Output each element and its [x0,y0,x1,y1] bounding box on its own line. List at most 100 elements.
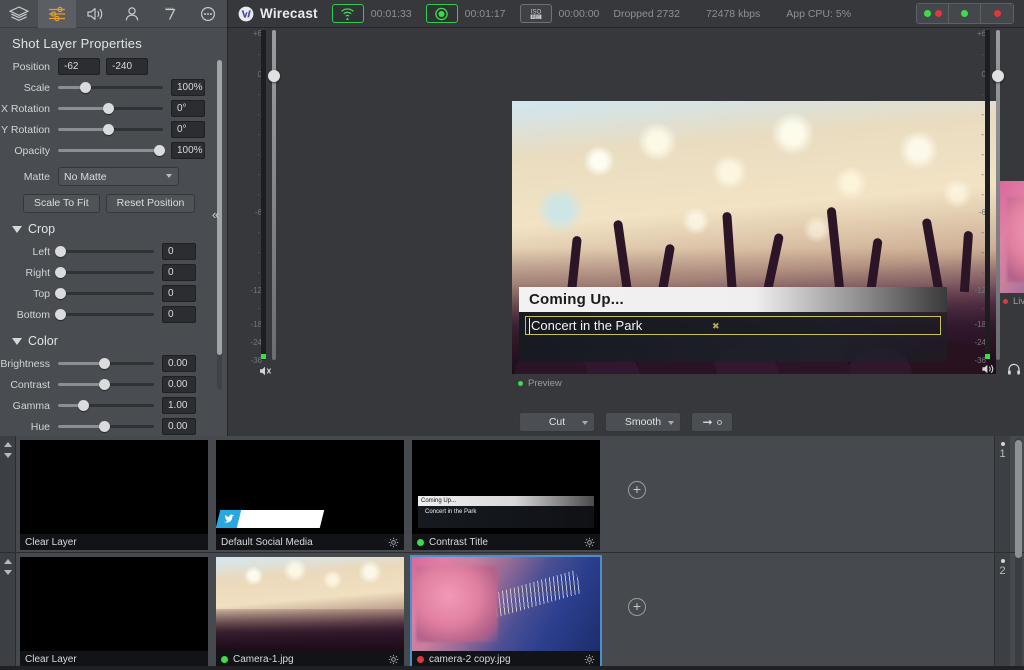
title-text-input[interactable]: Concert in the Park ✖ [525,316,941,335]
sliders-icon[interactable] [38,0,76,28]
layer-number: 1 [995,448,1010,460]
audio-fader[interactable] [996,30,1000,360]
brightness-value[interactable]: 0.00 [162,355,196,372]
scale-to-fit-button[interactable]: Scale To Fit [23,194,100,213]
matte-select[interactable]: No Matte [58,167,179,186]
preview-live-toggle[interactable] [917,4,949,23]
gear-icon[interactable] [388,654,399,665]
scroll-up-icon[interactable] [4,559,12,564]
gamma-slider[interactable] [58,397,154,414]
hue-value[interactable]: 0.00 [162,418,196,435]
add-shot-button-layer-1[interactable]: + [628,481,646,499]
crop-left-value[interactable]: 0 [162,243,196,260]
live-only-toggle[interactable] [981,4,1013,23]
layer-1-scroll-arrows[interactable] [0,436,16,552]
y-rotation-value[interactable]: 0° [171,121,205,138]
position-row: Position -62 -240 [0,56,211,77]
title-overlay[interactable]: Coming Up... Concert in the Park ✖ [519,287,947,362]
crop-section-header[interactable]: Crop [0,213,211,241]
shot-tile-camera-2-copy[interactable]: camera-2 copy.jpg [412,557,600,667]
crop-right-slider[interactable] [58,264,154,281]
broadcast-timer: 00:01:33 [371,8,412,20]
crop-left-slider[interactable] [58,243,154,260]
x-rotation-slider[interactable] [58,100,163,117]
crop-left-label: Left [0,246,58,258]
gamma-label: Gamma [0,400,58,412]
person-icon[interactable] [113,0,151,28]
add-shot-button-layer-2[interactable]: + [628,598,646,616]
crop-top-slider[interactable] [58,285,154,302]
hue-slider[interactable] [58,418,154,435]
x-rotation-value[interactable]: 0° [171,100,205,117]
iso-rec-icon[interactable]: ISOREC [520,4,552,23]
crop-bottom-slider[interactable] [58,306,154,323]
headphone-icon[interactable] [1007,362,1021,376]
go-transition-button[interactable]: ➞ [691,412,733,432]
position-x-field[interactable]: -62 [58,58,100,75]
matte-row: Matte No Matte [0,166,211,187]
contrast-slider[interactable] [58,376,154,393]
shot-caption: Clear Layer [20,534,208,550]
x-rotation-label: X Rotation [0,103,58,115]
brightness-slider[interactable] [58,355,154,372]
crop-bottom-value[interactable]: 0 [162,306,196,323]
shot-list-scrollbar[interactable] [1015,438,1022,668]
gear-icon[interactable] [584,654,595,665]
layer-1-number-col[interactable]: 1 [994,436,1010,552]
shot-tile-camera-1[interactable]: Camera-1.jpg [216,557,404,667]
transition-b-select[interactable]: Smooth [605,412,681,432]
scroll-down-icon[interactable] [4,453,12,458]
mini-title-body: Concert in the Park [418,506,594,528]
crop-top-value[interactable]: 0 [162,285,196,302]
shot-status-dot [221,656,228,663]
title-text-value: Concert in the Park [531,318,642,333]
color-section-header[interactable]: Color [0,325,211,353]
scroll-up-icon[interactable] [4,442,12,447]
speaker-icon[interactable] [981,362,995,376]
inspector-scrollbar[interactable] [217,60,222,390]
y-rotation-row: Y Rotation 0° [0,119,211,140]
opacity-value[interactable]: 100% [171,142,205,159]
opacity-slider[interactable] [58,142,163,159]
layer-2-scroll-arrows[interactable] [0,553,16,670]
more-icon[interactable] [189,0,227,28]
shot-name: Clear Layer [25,537,77,548]
scale-label: Scale [0,82,58,94]
position-y-field[interactable]: -240 [106,58,148,75]
collapse-panel-chevron-icon[interactable]: « [212,208,219,221]
shot-layer-inspector-panel: Shot Layer Properties Position -62 -240 … [0,0,228,436]
contrast-value[interactable]: 0.00 [162,376,196,393]
crop-right-value[interactable]: 0 [162,264,196,281]
audio-icon[interactable] [76,0,114,28]
crop-bottom-row: Bottom 0 [0,304,211,325]
shot-thumbnail [216,557,404,651]
scroll-down-icon[interactable] [4,570,12,575]
brightness-label: Brightness [0,358,58,370]
gear-icon[interactable] [584,537,595,548]
scale-value[interactable]: 100% [171,79,205,96]
broadcast-icon[interactable] [332,4,364,23]
preview-monitor[interactable]: Coming Up... Concert in the Park ✖ Previ… [512,101,996,374]
title-icon[interactable] [151,0,189,28]
shot-tile-clear-layer-2[interactable]: Clear Layer [20,557,208,667]
shot-tile-default-social-media[interactable]: Default Social Media [216,440,404,550]
record-icon[interactable] [426,4,458,23]
contrast-label: Contrast [0,379,58,391]
resize-handle-icon[interactable]: ✖ [712,323,718,329]
transition-a-select[interactable]: Cut [519,412,595,432]
gamma-value[interactable]: 1.00 [162,397,196,414]
gear-icon[interactable] [388,537,399,548]
hue-label: Hue [0,421,58,433]
shot-tile-clear-layer[interactable]: Clear Layer [20,440,208,550]
audio-fader[interactable] [272,30,276,360]
layer-2-number-col[interactable]: 2 [994,553,1010,670]
shot-tile-contrast-title[interactable]: Coming Up... Concert in the Park Contras… [412,440,600,550]
crop-right-label: Right [0,267,58,279]
y-rotation-slider[interactable] [58,121,163,138]
layers-icon[interactable] [0,0,38,28]
preview-only-toggle[interactable] [949,4,981,23]
reset-position-button[interactable]: Reset Position [106,194,196,213]
transition-b-value: Smooth [625,416,661,428]
scale-slider[interactable] [58,79,163,96]
layer-row-2: Clear Layer Camera-1.jpg [0,553,1024,670]
